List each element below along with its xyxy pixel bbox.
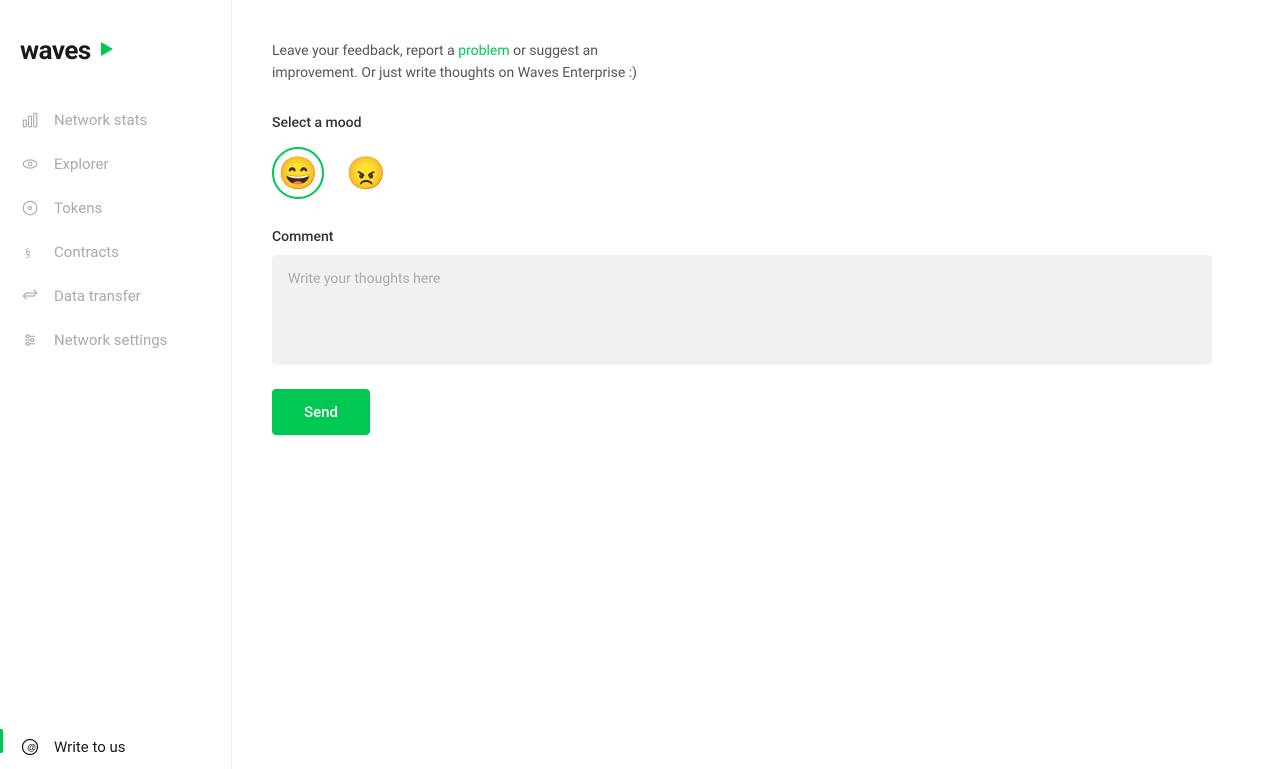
svg-text:§: § xyxy=(25,246,31,260)
sidebar-item-network-settings[interactable]: Network settings xyxy=(0,318,231,362)
sidebar-item-data-transfer-label: Data transfer xyxy=(54,287,141,305)
comment-textarea[interactable] xyxy=(272,255,1212,365)
comment-label: Comment xyxy=(272,229,1152,245)
logo-icon xyxy=(97,40,115,63)
active-indicator xyxy=(0,729,3,753)
feedback-description: Leave your feedback, report a problem or… xyxy=(272,40,652,85)
sidebar-item-data-transfer[interactable]: Data transfer xyxy=(0,274,231,318)
sidebar-item-tokens-label: Tokens xyxy=(54,199,102,217)
angry-emoji: 😠 xyxy=(346,154,386,192)
logo-text: waves xyxy=(20,36,91,66)
sidebar-item-write-us[interactable]: @ Write to us xyxy=(0,713,231,769)
sidebar-item-explorer[interactable]: Explorer xyxy=(0,142,231,186)
data-transfer-icon xyxy=(20,286,40,306)
sidebar-item-network-stats[interactable]: Network stats xyxy=(0,98,231,142)
sidebar-item-explorer-label: Explorer xyxy=(54,155,109,173)
sidebar-item-contracts-label: Contracts xyxy=(54,243,119,261)
main-content: Leave your feedback, report a problem or… xyxy=(232,0,1192,769)
mood-angry[interactable]: 😠 xyxy=(340,147,392,199)
circle-dot-icon xyxy=(20,198,40,218)
eye-icon xyxy=(20,154,40,174)
sidebar-item-network-stats-label: Network stats xyxy=(54,111,147,129)
happy-emoji: 😄 xyxy=(278,154,318,192)
sidebar: waves Network stats xyxy=(0,0,232,769)
mood-selector: 😄 😠 xyxy=(272,147,1152,199)
sidebar-item-contracts[interactable]: § Contracts xyxy=(0,230,231,274)
svg-text:@: @ xyxy=(27,742,36,752)
write-us-icon: @ xyxy=(20,737,40,757)
logo-area: waves xyxy=(0,20,231,98)
mood-happy[interactable]: 😄 xyxy=(272,147,324,199)
send-button[interactable]: Send xyxy=(272,389,370,435)
settings-icon xyxy=(20,330,40,350)
sidebar-item-tokens[interactable]: Tokens xyxy=(0,186,231,230)
sidebar-item-network-settings-label: Network settings xyxy=(54,331,167,349)
section-icon: § xyxy=(20,242,40,262)
mood-section-label: Select a mood xyxy=(272,115,1152,131)
problem-link[interactable]: problem xyxy=(458,43,509,59)
bar-chart-icon xyxy=(20,110,40,130)
sidebar-item-write-us-label: Write to us xyxy=(54,738,126,756)
nav-items: Network stats Explorer Tokens xyxy=(0,98,231,769)
